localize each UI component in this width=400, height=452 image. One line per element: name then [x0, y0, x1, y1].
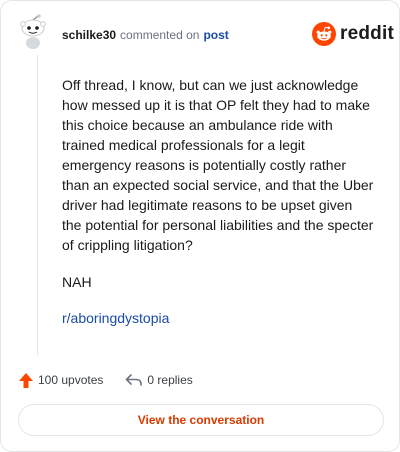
- reddit-snoo-icon: [312, 22, 336, 46]
- comment-card: schilke30 commented on post reddit Off t…: [0, 0, 400, 452]
- reddit-wordmark: reddit: [340, 23, 394, 44]
- reply-count: 0 replies: [147, 373, 193, 387]
- replies-button[interactable]: 0 replies: [125, 373, 193, 387]
- commented-on-label: commented on: [120, 28, 200, 42]
- thread-line: [37, 55, 38, 355]
- view-conversation-button[interactable]: View the conversation: [18, 404, 384, 436]
- snoo-avatar-icon: [20, 14, 46, 49]
- comment-actions: 100 upvotes 0 replies: [18, 370, 193, 390]
- post-link[interactable]: post: [203, 28, 228, 42]
- upvote-button[interactable]: 100 upvotes: [18, 372, 103, 389]
- subreddit-link[interactable]: r/aboringdystopia: [62, 308, 169, 328]
- comment-verdict: NAH: [62, 274, 92, 290]
- comment-body: Off thread, I know, but can we just ackn…: [62, 77, 374, 253]
- reply-arrow-icon: [126, 374, 143, 386]
- upvote-arrow-icon: [19, 372, 33, 388]
- username[interactable]: schilke30: [62, 28, 116, 42]
- comment-header: schilke30 commented on post: [62, 27, 229, 43]
- avatar[interactable]: [18, 14, 48, 50]
- upvote-count: 100 upvotes: [38, 373, 104, 387]
- reddit-logo[interactable]: reddit: [312, 21, 394, 47]
